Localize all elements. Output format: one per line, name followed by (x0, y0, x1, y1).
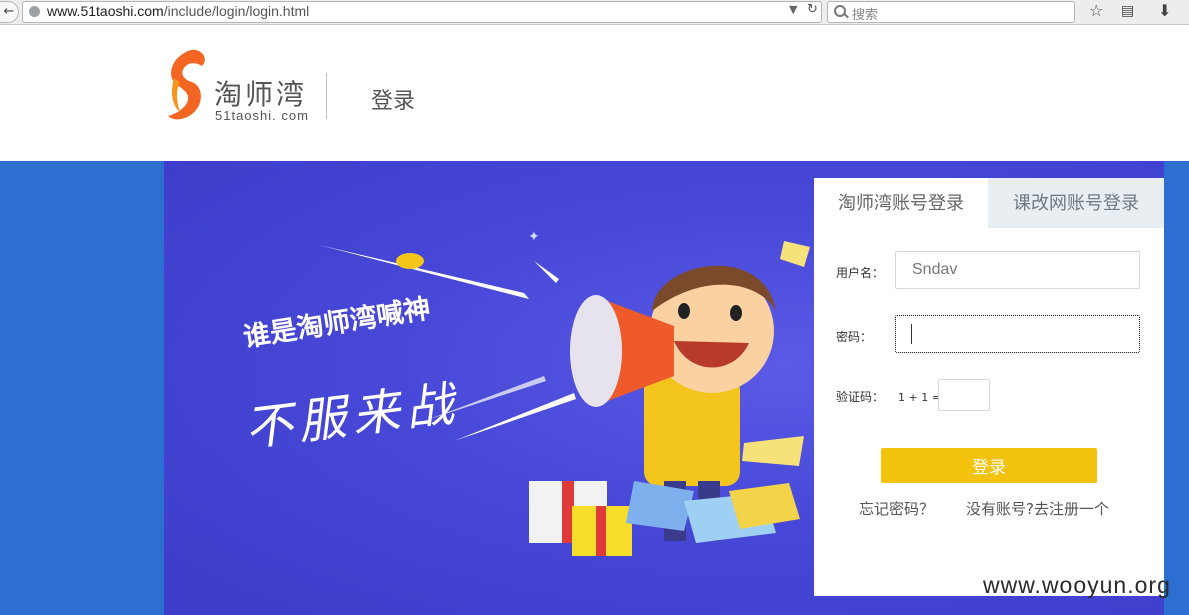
money-note-5 (780, 241, 810, 267)
url-text: www.51taoshi.com/include/login/login.htm… (47, 3, 309, 19)
dropdown-icon[interactable]: ▼ (789, 3, 797, 16)
character-shirt (644, 376, 740, 486)
reading-list-icon[interactable]: ▤ (1121, 1, 1134, 21)
logo-domain: 51taoshi. com (215, 108, 309, 123)
url-path: /include/login/login.html (163, 3, 310, 19)
tab-kegai-login[interactable]: 课改网账号登录 (988, 178, 1164, 228)
download-icon[interactable]: ⬇ (1158, 1, 1171, 21)
page-title: 登录 (371, 89, 416, 114)
sparkle-icon: ✦ (528, 229, 540, 245)
username-field[interactable] (895, 251, 1140, 289)
watermark: www.wooyun.org (983, 572, 1171, 598)
logo-icon[interactable] (166, 48, 208, 122)
address-bar[interactable]: www.51taoshi.com/include/login/login.htm… (22, 1, 822, 23)
header-divider (326, 73, 327, 119)
money-note-3 (729, 483, 800, 529)
logo-name: 淘师湾 (214, 78, 308, 111)
globe-icon (29, 6, 40, 17)
reload-icon[interactable]: ↻ (807, 2, 818, 17)
search-placeholder: 搜索 (852, 8, 879, 23)
register-link[interactable]: 没有账号?去注册一个 (966, 498, 1109, 519)
megaphone-bell (570, 295, 622, 407)
browser-toolbar: ← www.51taoshi.com/include/login/login.h… (0, 0, 1189, 25)
character-eye-right (730, 305, 742, 321)
bookmark-star-icon[interactable]: ☆ (1089, 1, 1103, 21)
search-icon (834, 5, 846, 17)
back-button[interactable]: ← (0, 1, 19, 23)
url-host: www.51taoshi.com (47, 3, 164, 19)
text-caret (911, 324, 912, 344)
money-note-4 (742, 436, 804, 466)
coin-icon (396, 253, 424, 269)
forgot-password-link[interactable]: 忘记密码？ (859, 498, 934, 519)
browser-search-input[interactable]: 搜索 (827, 1, 1075, 23)
streak-2 (534, 261, 559, 283)
streak-3 (454, 393, 576, 441)
captcha-field[interactable] (938, 379, 990, 411)
username-label: 用户名： (836, 266, 885, 280)
login-button[interactable]: 登录 (881, 448, 1097, 483)
password-label: 密码： (836, 330, 873, 344)
captcha-label: 验证码： (836, 390, 885, 404)
captcha-question: 1 + 1 = (898, 391, 941, 404)
password-field[interactable] (895, 315, 1140, 353)
login-panel: 淘师湾账号登录 课改网账号登录 用户名： 密码： 验证码： 1 + 1 = 登录… (814, 178, 1164, 596)
tab-taoshi-login[interactable]: 淘师湾账号登录 (814, 178, 988, 228)
character-eye-left (678, 303, 690, 319)
